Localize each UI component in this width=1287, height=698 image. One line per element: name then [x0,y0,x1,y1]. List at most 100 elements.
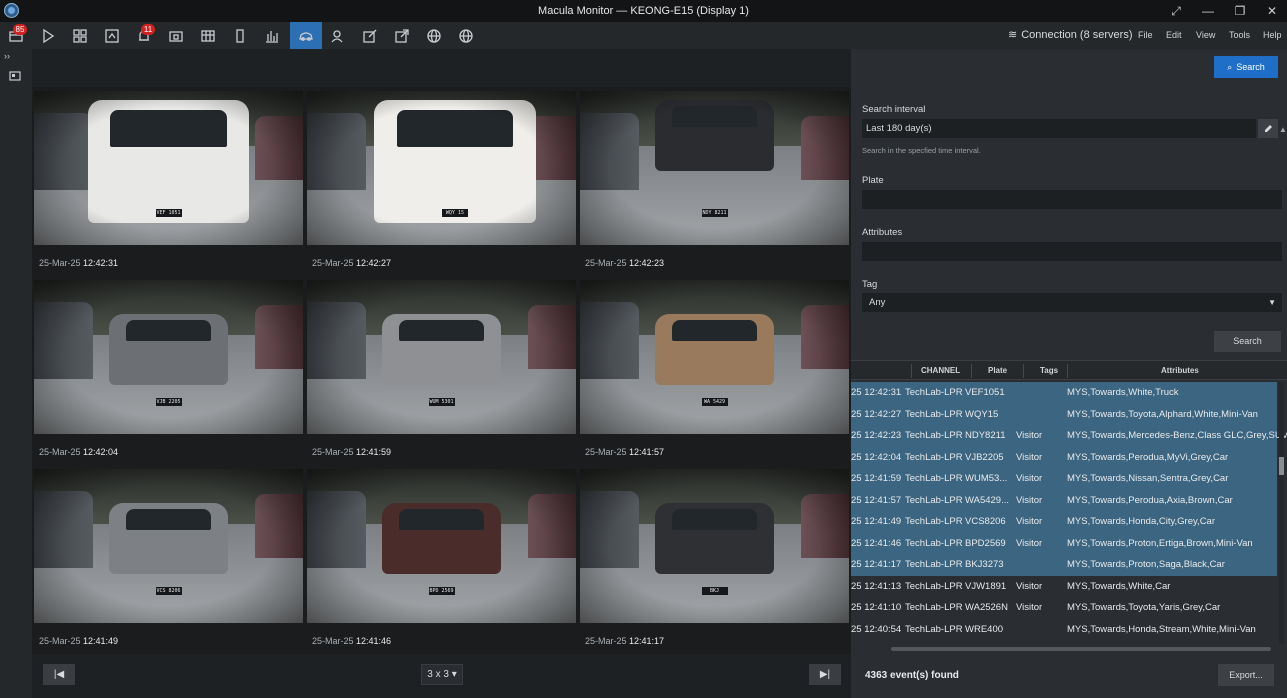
reports-button[interactable] [256,22,288,49]
row-attributes: MYS,Towards,Toyota,Alphard,White,Mini-Va… [1067,408,1258,420]
row-channel: TechLab-LPR [905,623,963,635]
edit-interval-button[interactable] [1258,119,1278,138]
thumbnail-cell[interactable]: WA 5429 25-Mar-25 12:41:57 [578,276,851,465]
row-plate: BKJ3273 [965,559,1004,570]
thumbnail-cell[interactable]: BKJ 25-Mar-25 12:41:17 [578,465,851,654]
license-plate: NDY 8211 [701,209,728,218]
thumbnail-cell[interactable]: VJB 2205 25-Mar-25 12:42:04 [32,276,305,465]
table-row[interactable]: 25 12:42:23 TechLab-LPR NDY8211 Visitor MYS,… [851,425,1287,447]
close-button[interactable]: ✕ [1256,0,1287,22]
vehicle-snapshot[interactable]: WUM 5301 [307,280,576,434]
phone-icon [236,28,244,43]
row-time: 25 12:41:46 [851,537,902,549]
expand-rail-icon[interactable]: ›› [4,51,10,61]
row-attributes: MYS,Towards,White,Car [1067,580,1171,592]
face-search-button[interactable] [322,22,354,49]
device-button[interactable] [224,22,256,49]
snapshot-time: 12:41:46 [356,636,392,646]
title-bar: Macula Monitor — KEONG-E15 (Display 1) ⤢… [0,0,1287,22]
minimize-button[interactable]: — [1192,0,1224,22]
archive-button[interactable] [96,22,128,49]
search-top-button[interactable]: ⌕ Search [1214,56,1278,78]
vehicle-snapshot[interactable]: WA 5429 [580,280,849,434]
menu-file[interactable]: File [1138,30,1153,40]
col-channel[interactable]: CHANNEL [921,366,960,375]
thumbnail-cell[interactable]: BPD 2569 25-Mar-25 12:41:46 [305,465,578,654]
alarms-button[interactable]: 11 [128,22,160,49]
connection-status[interactable]: ≋ Connection (8 servers) [1008,28,1133,42]
layout-select[interactable]: 3 x 3 ▾ [421,664,463,685]
table-row[interactable]: 25 12:41:59 TechLab-LPR WUM53... Visitor MYS… [851,468,1277,490]
vehicle-snapshot[interactable]: VCS 8206 [34,469,303,623]
table-button[interactable] [192,22,224,49]
table-row[interactable]: 25 12:41:17 TechLab-LPR BKJ3273 MYS,Towards… [851,554,1277,576]
live-view-button[interactable] [32,22,64,49]
globe-icon [459,28,473,43]
vehicle-snapshot[interactable]: VJB 2205 [34,280,303,434]
snapshot-timestamp: 25-Mar-25 12:42:31 [39,258,118,268]
row-tag: Visitor [1016,580,1043,592]
table-row[interactable]: 25 12:42:04 TechLab-LPR VJB2205 Visitor MYS,… [851,446,1277,468]
menu-tools[interactable]: Tools [1229,30,1250,40]
export-tool-button[interactable] [160,22,192,49]
menu-edit[interactable]: Edit [1166,30,1182,40]
thumbnail-cell[interactable]: VCS 8206 25-Mar-25 12:41:49 [32,465,305,654]
fullscreen-icon[interactable]: ⤢ [1160,0,1192,22]
first-page-button[interactable]: |◀ [43,664,75,685]
plate-input[interactable] [862,190,1282,209]
table-row[interactable]: 25 12:42:31 TechLab-LPR VEF1051 MYS,Towards… [851,382,1277,404]
caret-down-icon: ▼ [1268,298,1276,307]
vehicle-snapshot[interactable]: WQY 15 [307,91,576,245]
snapshot-time: 12:41:59 [356,447,392,457]
export-button[interactable]: Export... [1218,664,1274,686]
vehicle-snapshot[interactable]: VEF 1051 [34,91,303,245]
web-button-1[interactable] [418,22,450,49]
thumbnail-cell[interactable]: NDY 8211 25-Mar-25 12:42:23 [578,87,851,276]
events-found: 4363 event(s) found [865,670,959,681]
menu-view[interactable]: View [1196,30,1215,40]
table-row[interactable]: 25 12:41:49 TechLab-LPR VCS8206 Visitor MYS,… [851,511,1277,533]
table-row[interactable]: 25 12:41:57 TechLab-LPR WA5429... Visitor MY… [851,489,1277,511]
table-row[interactable]: 25 12:41:10 TechLab-LPR WA2526N Visitor MYS,… [851,597,1277,619]
table-row[interactable]: 25 12:42:27 TechLab-LPR WQY15 MYS,Towards,T… [851,403,1277,425]
last-page-button[interactable]: ▶| [809,664,841,685]
snapshot-timestamp: 25-Mar-25 12:41:17 [585,636,664,646]
lpr-search-button[interactable] [290,22,322,49]
col-attributes[interactable]: Attributes [1161,366,1199,375]
horizontal-scrollbar[interactable] [891,647,1271,651]
menu-help[interactable]: Help [1263,30,1282,40]
row-plate: WA5429... [965,494,1010,506]
interval-field[interactable]: Last 180 day(s) [862,119,1256,138]
events-button[interactable]: 85 [0,22,32,49]
search-button[interactable]: Search [1214,331,1281,352]
vehicle-snapshot[interactable]: BKJ [580,469,849,623]
scroll-up-icon[interactable]: ▲ [1279,125,1287,134]
share-button[interactable] [386,22,418,49]
person-search-icon [331,29,343,42]
snapshot-date: 25-Mar-25 [39,636,84,646]
alarms-badge: 11 [141,24,155,35]
thumbnail-cell[interactable]: WUM 5301 25-Mar-25 12:41:59 [305,276,578,465]
web-button-2[interactable] [450,22,482,49]
row-time: 25 12:40:54 [851,623,902,635]
globe-icon [427,28,441,43]
tag-select[interactable]: Any ▼ [862,293,1282,312]
col-plate[interactable]: Plate [988,366,1007,375]
thumbnail-cell[interactable]: VEF 1051 25-Mar-25 12:42:31 [32,87,305,276]
table-row[interactable]: 25 12:41:13 TechLab-LPR VJW1891 Visitor MYS,… [851,576,1277,598]
vertical-scrollbar[interactable] [1279,382,1284,644]
scroll-thumb[interactable] [1279,457,1284,475]
vehicle-snapshot[interactable]: BPD 2569 [307,469,576,623]
row-plate: BPD2569 [965,537,1006,549]
vehicle-snapshot[interactable]: NDY 8211 [580,91,849,245]
table-row[interactable]: 25 12:41:46 TechLab-LPR BPD2569 Visitor MYS,… [851,532,1277,554]
attributes-input[interactable] [862,242,1282,261]
edit-button[interactable] [354,22,386,49]
table-row[interactable]: 25 12:40:54 TechLab-LPR WRE400 MYS,Towards,… [851,619,1277,641]
layouts-button[interactable] [64,22,96,49]
panel-icon[interactable] [9,70,23,82]
restore-button[interactable]: ❐ [1224,0,1256,22]
thumbnail-cell[interactable]: WQY 15 25-Mar-25 12:42:27 [305,87,578,276]
col-tags[interactable]: Tags [1040,366,1058,375]
snapshot-time: 12:41:49 [83,636,119,646]
